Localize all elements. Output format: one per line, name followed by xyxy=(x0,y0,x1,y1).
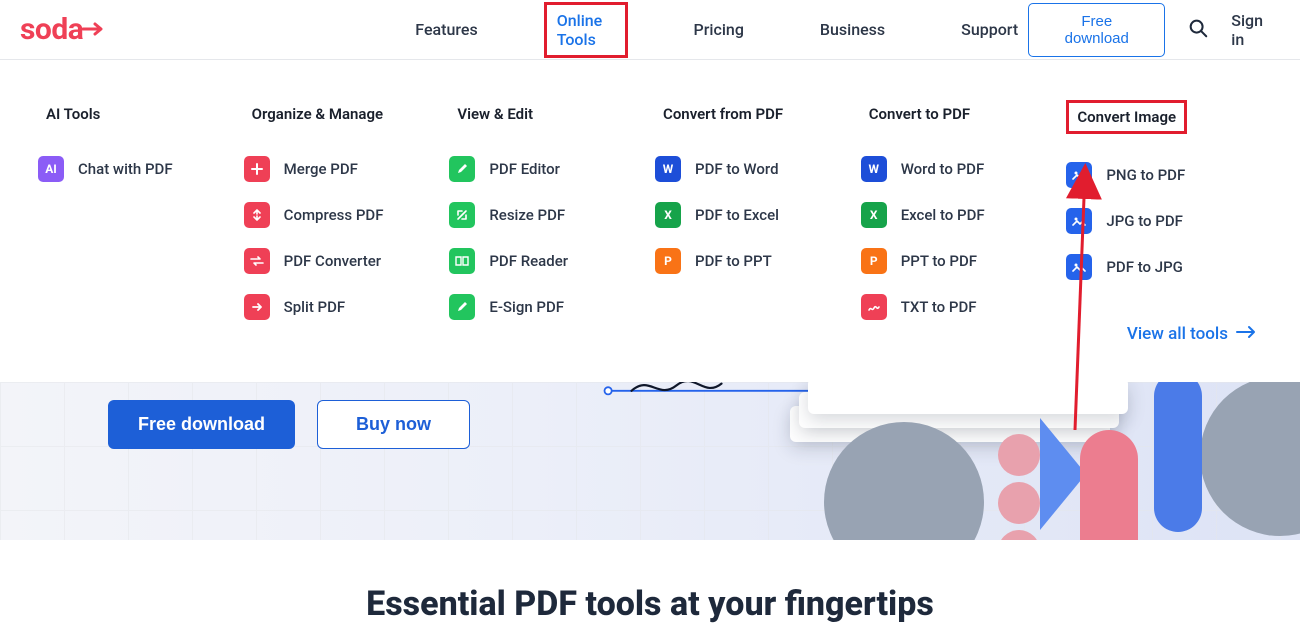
free-download-button[interactable]: Free download xyxy=(1028,3,1165,57)
section-headline: Essential PDF tools at your fingertips xyxy=(0,584,1300,624)
heading-convert-image: Convert Image xyxy=(1066,100,1187,134)
menu-item-label: PDF to Excel xyxy=(695,206,779,224)
menu-item-label: JPG to PDF xyxy=(1106,212,1183,230)
header-actions: Free download Sign in xyxy=(1028,3,1276,57)
heading-convert-from: Convert from PDF xyxy=(655,100,791,128)
menu-item-pdf-to-excel[interactable]: X PDF to Excel xyxy=(655,202,851,228)
menu-col-ai-tools: AI Tools AI Chat with PDF xyxy=(38,100,234,340)
menu-item-label: Word to PDF xyxy=(901,160,985,178)
menu-col-view-edit: View & Edit PDF Editor Resize PDF PDF Re… xyxy=(449,100,645,340)
menu-item-compress-pdf[interactable]: Compress PDF xyxy=(244,202,440,228)
menu-item-label: PDF Reader xyxy=(489,252,568,270)
nav-pricing[interactable]: Pricing xyxy=(684,14,754,45)
word-icon: W xyxy=(655,156,681,182)
sign-in-link[interactable]: Sign in xyxy=(1231,11,1276,49)
shape-dot xyxy=(998,482,1040,524)
menu-item-esign-pdf[interactable]: E-Sign PDF xyxy=(449,294,645,320)
brand-logo[interactable]: soda xyxy=(20,12,105,47)
menu-item-word-to-pdf[interactable]: W Word to PDF xyxy=(861,156,1057,182)
hero-buy-now-button[interactable]: Buy now xyxy=(317,400,470,449)
menu-item-label: PDF to JPG xyxy=(1106,258,1183,276)
menu-item-png-to-pdf[interactable]: PNG to PDF xyxy=(1066,162,1262,188)
menu-item-label: Split PDF xyxy=(284,298,346,316)
menu-item-pdf-reader[interactable]: PDF Reader xyxy=(449,248,645,274)
pencil-icon xyxy=(449,156,475,182)
menu-item-label: PDF to Word xyxy=(695,160,779,178)
menu-item-label: Excel to PDF xyxy=(901,206,985,224)
menu-item-pdf-to-ppt[interactable]: P PDF to PPT xyxy=(655,248,851,274)
online-tools-dropdown: AI Tools AI Chat with PDF Organize & Man… xyxy=(0,60,1300,370)
hero-cta-row: Free download Buy now xyxy=(108,400,470,449)
menu-item-txt-to-pdf[interactable]: TXT to PDF xyxy=(861,294,1057,320)
menu-item-excel-to-pdf[interactable]: X Excel to PDF xyxy=(861,202,1057,228)
ai-icon: AI xyxy=(38,156,64,182)
hero-section: Free download Buy now xyxy=(0,382,1300,540)
shape-pill xyxy=(1154,382,1202,532)
menu-item-pdf-to-word[interactable]: W PDF to Word xyxy=(655,156,851,182)
brand-name: soda xyxy=(20,12,83,47)
image-icon xyxy=(1066,162,1092,188)
sign-icon xyxy=(449,294,475,320)
excel-icon: X xyxy=(861,202,887,228)
menu-item-label: PDF Editor xyxy=(489,160,560,178)
shape-triangle xyxy=(1040,418,1076,530)
nav-support[interactable]: Support xyxy=(951,14,1028,45)
menu-item-label: Resize PDF xyxy=(489,206,565,224)
menu-item-chat-with-pdf[interactable]: AI Chat with PDF xyxy=(38,156,234,182)
ppt-icon: P xyxy=(655,248,681,274)
ppt-icon: P xyxy=(861,248,887,274)
menu-item-label: Merge PDF xyxy=(284,160,358,178)
image-icon xyxy=(1066,208,1092,234)
txt-icon xyxy=(861,294,887,320)
menu-col-organize: Organize & Manage Merge PDF Compress PDF… xyxy=(244,100,440,340)
menu-item-pdf-converter[interactable]: PDF Converter xyxy=(244,248,440,274)
nav-features[interactable]: Features xyxy=(405,14,487,45)
view-all-tools-link[interactable]: View all tools xyxy=(1127,324,1256,344)
menu-item-jpg-to-pdf[interactable]: JPG to PDF xyxy=(1066,208,1262,234)
hero-free-download-button[interactable]: Free download xyxy=(108,400,295,449)
convert-icon xyxy=(244,248,270,274)
menu-item-label: PDF to PPT xyxy=(695,252,772,270)
menu-item-label: Chat with PDF xyxy=(78,160,173,178)
heading-convert-to: Convert to PDF xyxy=(861,100,978,128)
menu-item-resize-pdf[interactable]: Resize PDF xyxy=(449,202,645,228)
menu-item-label: Compress PDF xyxy=(284,206,384,224)
split-icon xyxy=(244,294,270,320)
word-icon: W xyxy=(861,156,887,182)
menu-item-label: PPT to PDF xyxy=(901,252,977,270)
nav-online-tools[interactable]: Online Tools xyxy=(544,2,628,58)
main-nav: Features Online Tools Pricing Business S… xyxy=(405,2,1028,58)
shape-pill xyxy=(1080,430,1138,540)
menu-col-convert-from: Convert from PDF W PDF to Word X PDF to … xyxy=(655,100,851,340)
shape-dot xyxy=(998,530,1040,540)
menu-item-label: PDF Converter xyxy=(284,252,381,270)
menu-item-merge-pdf[interactable]: Merge PDF xyxy=(244,156,440,182)
resize-icon xyxy=(449,202,475,228)
menu-item-label: E-Sign PDF xyxy=(489,298,564,316)
top-header: soda Features Online Tools Pricing Busin… xyxy=(0,0,1300,60)
plus-icon xyxy=(244,156,270,182)
image-icon xyxy=(1066,254,1092,280)
heading-organize: Organize & Manage xyxy=(244,100,391,128)
heading-view-edit: View & Edit xyxy=(449,100,541,128)
menu-item-label: TXT to PDF xyxy=(901,298,977,316)
arrow-right-icon xyxy=(81,12,105,47)
search-icon[interactable] xyxy=(1187,17,1209,43)
shape-dot xyxy=(998,434,1040,476)
shape-circle xyxy=(1200,382,1300,536)
menu-item-pdf-to-jpg[interactable]: PDF to JPG xyxy=(1066,254,1262,280)
heading-ai-tools: AI Tools xyxy=(38,100,108,128)
menu-item-ppt-to-pdf[interactable]: P PPT to PDF xyxy=(861,248,1057,274)
compress-icon xyxy=(244,202,270,228)
menu-item-pdf-editor[interactable]: PDF Editor xyxy=(449,156,645,182)
menu-col-convert-to: Convert to PDF W Word to PDF X Excel to … xyxy=(861,100,1057,340)
excel-icon: X xyxy=(655,202,681,228)
menu-col-convert-image: Convert Image PNG to PDF JPG to PDF PDF … xyxy=(1066,100,1262,340)
menu-item-label: PNG to PDF xyxy=(1106,166,1185,184)
menu-item-split-pdf[interactable]: Split PDF xyxy=(244,294,440,320)
nav-business[interactable]: Business xyxy=(810,14,895,45)
view-all-label: View all tools xyxy=(1127,324,1228,344)
book-icon xyxy=(449,248,475,274)
arrow-right-icon xyxy=(1236,324,1256,344)
